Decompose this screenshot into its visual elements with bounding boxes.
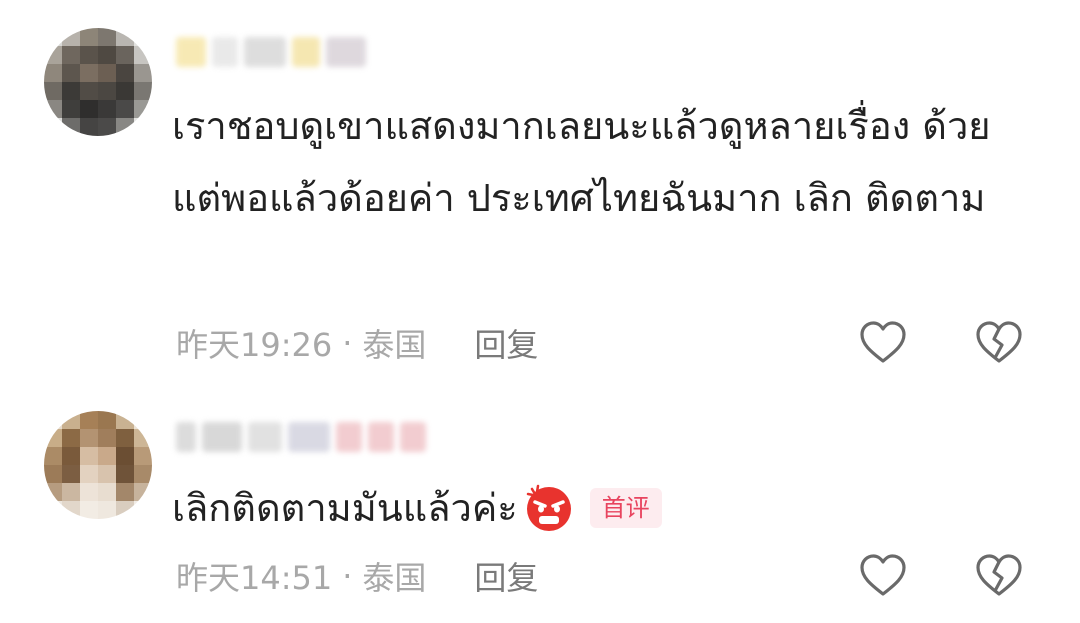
- dislike-button[interactable]: [974, 551, 1024, 601]
- comment-location: 泰国: [362, 326, 427, 364]
- heart-icon: [860, 554, 906, 596]
- dislike-button[interactable]: [974, 318, 1024, 368]
- avatar-image-pixelated: [44, 411, 152, 519]
- heart-icon: [860, 321, 906, 363]
- avatar[interactable]: [44, 411, 152, 519]
- comment-meta: 昨天19:26 · 泰国 回复: [176, 320, 538, 366]
- comment-item: เลิกติดตามมันแล้วค่ะ 首评 昨天14:51 · 泰国 回复: [0, 395, 1080, 623]
- reply-button[interactable]: 回复: [474, 320, 538, 366]
- first-comment-tag: 首评: [589, 488, 662, 528]
- meta-separator: ·: [342, 557, 353, 595]
- avatar-image-pixelated: [44, 28, 152, 136]
- meta-separator: ·: [342, 324, 353, 362]
- broken-heart-icon: [976, 321, 1022, 363]
- reply-button[interactable]: 回复: [474, 553, 538, 599]
- comment-time: 昨天14:51: [176, 559, 333, 597]
- like-button[interactable]: [858, 551, 908, 601]
- username-blurred[interactable]: [176, 415, 426, 459]
- comment-time: 昨天19:26: [176, 326, 333, 364]
- comment-location: 泰国: [362, 559, 427, 597]
- angry-face-icon: [526, 484, 571, 531]
- username-blurred[interactable]: [176, 30, 366, 74]
- like-button[interactable]: [858, 318, 908, 368]
- broken-heart-icon: [976, 554, 1022, 596]
- comment-text: เลิกติดตามมันแล้วค่ะ 首评: [172, 472, 662, 544]
- comment-text-content: เลิกติดตามมันแล้วค่ะ: [172, 486, 518, 530]
- avatar[interactable]: [44, 28, 152, 136]
- comment-meta: 昨天14:51 · 泰国 回复: [176, 553, 538, 599]
- comment-item: เราชอบดูเขาแสดงมากเลยนะแล้วดูหลายเรื่อง …: [0, 0, 1080, 380]
- comment-text: เราชอบดูเขาแสดงมากเลยนะแล้วดูหลายเรื่อง …: [172, 104, 991, 220]
